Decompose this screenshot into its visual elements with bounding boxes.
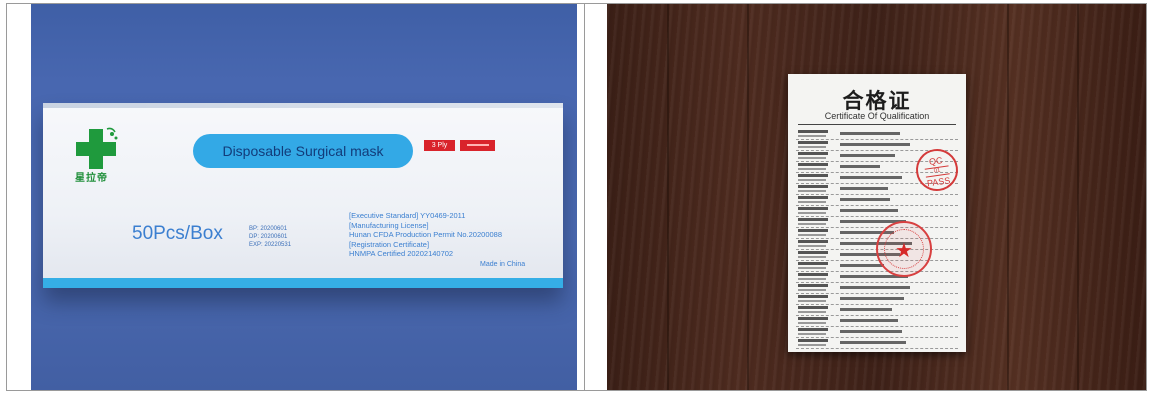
mask-box: 星拉帝 Disposable Surgical mask 3 Ply 50Pcs… — [43, 103, 563, 288]
box-top-edge — [43, 103, 563, 108]
certificate-row — [796, 272, 958, 283]
production-dates: BP: 20200601 DP: 20200601 EXP: 20220531 — [249, 225, 291, 249]
certificate-photo: 合格证 Certificate Of Qualification QC 01 P… — [607, 4, 1146, 390]
wood-grain — [747, 4, 749, 390]
standard-line: [Manufacturing License] — [349, 220, 429, 230]
certificate-row — [796, 327, 958, 338]
mask-box-photo: 星拉帝 Disposable Surgical mask 3 Ply 50Pcs… — [31, 4, 577, 390]
company-seal-stamp: ★ — [876, 221, 932, 277]
certificate-title-en: Certificate Of Qualification — [824, 111, 930, 121]
wood-grain — [667, 4, 669, 390]
quantity-label: 50Pcs/Box — [132, 223, 223, 244]
certificate-row — [796, 294, 958, 305]
made-in-label: Made in China — [480, 261, 526, 268]
table-cell-divider — [584, 3, 585, 391]
certificate-rule — [798, 124, 956, 125]
star-icon: ★ — [895, 238, 913, 262]
green-cross-logo-icon — [76, 127, 118, 169]
product-title: Disposable Surgical mask — [222, 143, 384, 159]
certificate-row — [796, 228, 958, 239]
standard-line: HNMPA Certified 20202140702 — [349, 249, 454, 258]
certificate-row — [796, 195, 958, 206]
date-line: BP: 20200601 — [249, 226, 288, 232]
certificate-row — [796, 338, 958, 349]
product-title-pill: Disposable Surgical mask — [193, 134, 413, 168]
qualification-certificate: 合格证 Certificate Of Qualification QC 01 P… — [788, 74, 966, 352]
standards-block: [Executive Standard] YY0469-2011 [Manufa… — [349, 211, 502, 259]
certificate-row — [796, 283, 958, 294]
standard-line: [Registration Certificate] — [349, 239, 430, 249]
standard-line: [Executive Standard] YY0469-2011 — [349, 211, 466, 220]
certificate-row — [796, 206, 958, 217]
certificate-row — [796, 316, 958, 327]
certificate-row — [796, 217, 958, 228]
secondary-red-badge — [460, 140, 495, 151]
wood-grain — [1077, 4, 1079, 390]
ply-badge-label: 3 Ply — [431, 142, 448, 149]
box-blue-strip — [43, 278, 563, 288]
certificate-row — [796, 261, 958, 272]
certificate-row — [796, 305, 958, 316]
ply-badge: 3 Ply — [424, 140, 455, 151]
certificate-row — [796, 129, 958, 140]
wood-grain — [1007, 4, 1009, 390]
brand-name-cn: 星拉帝 — [75, 173, 108, 184]
standard-line: Hunan CFDA Production Permit No.20200088 — [349, 230, 503, 239]
date-line: EXP: 20220531 — [249, 242, 292, 248]
date-line: DP: 20200601 — [249, 234, 288, 240]
